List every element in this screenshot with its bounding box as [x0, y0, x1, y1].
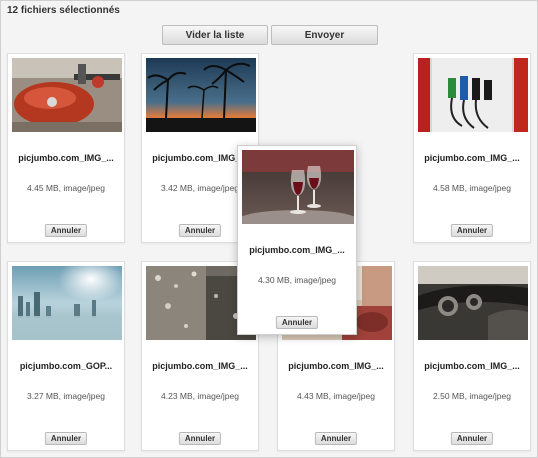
- file-name: picjumbo.com_IMG_...: [18, 153, 114, 163]
- upload-panel: 12 fichiers sélectionnés Vider la liste …: [0, 0, 538, 458]
- send-button[interactable]: Envoyer: [271, 25, 378, 45]
- file-meta: 2.50 MB, image/jpeg: [433, 391, 511, 401]
- cancel-button[interactable]: Annuler: [450, 224, 494, 237]
- cancel-button[interactable]: Annuler: [178, 224, 222, 237]
- file-name: picjumbo.com_IMG_...: [152, 361, 248, 371]
- file-meta: 4.45 MB, image/jpeg: [27, 183, 105, 193]
- file-meta: 4.58 MB, image/jpeg: [433, 183, 511, 193]
- file-name: picjumbo.com_IMG_...: [288, 361, 384, 371]
- palm-sunset-photo: [146, 58, 256, 132]
- fuel-pump-photo: [418, 58, 528, 132]
- car-dashboard-photo: [418, 266, 528, 340]
- selection-count-title: 12 fichiers sélectionnés: [7, 5, 120, 16]
- file-name: picjumbo.com_IMG_...: [424, 153, 520, 163]
- foggy-city-photo: [12, 266, 122, 340]
- dragged-file-card[interactable]: picjumbo.com_IMG_... 4.30 MB, image/jpeg…: [237, 145, 357, 335]
- file-card[interactable]: picjumbo.com_IMG_... 4.58 MB, image/jpeg…: [413, 53, 531, 243]
- cancel-button[interactable]: Annuler: [44, 432, 88, 445]
- file-name: picjumbo.com_IMG_...: [424, 361, 520, 371]
- file-card[interactable]: picjumbo.com_IMG_... 2.50 MB, image/jpeg…: [413, 261, 531, 451]
- motorcycle-tank-photo: [12, 58, 122, 132]
- cancel-button[interactable]: Annuler: [44, 224, 88, 237]
- file-card[interactable]: picjumbo.com_GOP... 3.27 MB, image/jpeg …: [7, 261, 125, 451]
- file-name: picjumbo.com_GOP...: [19, 361, 113, 371]
- file-meta: 3.27 MB, image/jpeg: [27, 391, 105, 401]
- clear-list-button[interactable]: Vider la liste: [162, 25, 268, 45]
- cancel-button[interactable]: Annuler: [450, 432, 494, 445]
- file-meta: 4.23 MB, image/jpeg: [161, 391, 239, 401]
- wine-glasses-photo: [242, 150, 354, 224]
- file-name: picjumbo.com_IMG_...: [249, 245, 345, 255]
- file-card[interactable]: picjumbo.com_IMG_... 4.45 MB, image/jpeg…: [7, 53, 125, 243]
- file-meta: 4.43 MB, image/jpeg: [297, 391, 375, 401]
- file-meta: 4.30 MB, image/jpeg: [258, 275, 336, 285]
- cancel-button[interactable]: Annuler: [275, 316, 319, 329]
- cancel-button[interactable]: Annuler: [314, 432, 358, 445]
- cancel-button[interactable]: Annuler: [178, 432, 222, 445]
